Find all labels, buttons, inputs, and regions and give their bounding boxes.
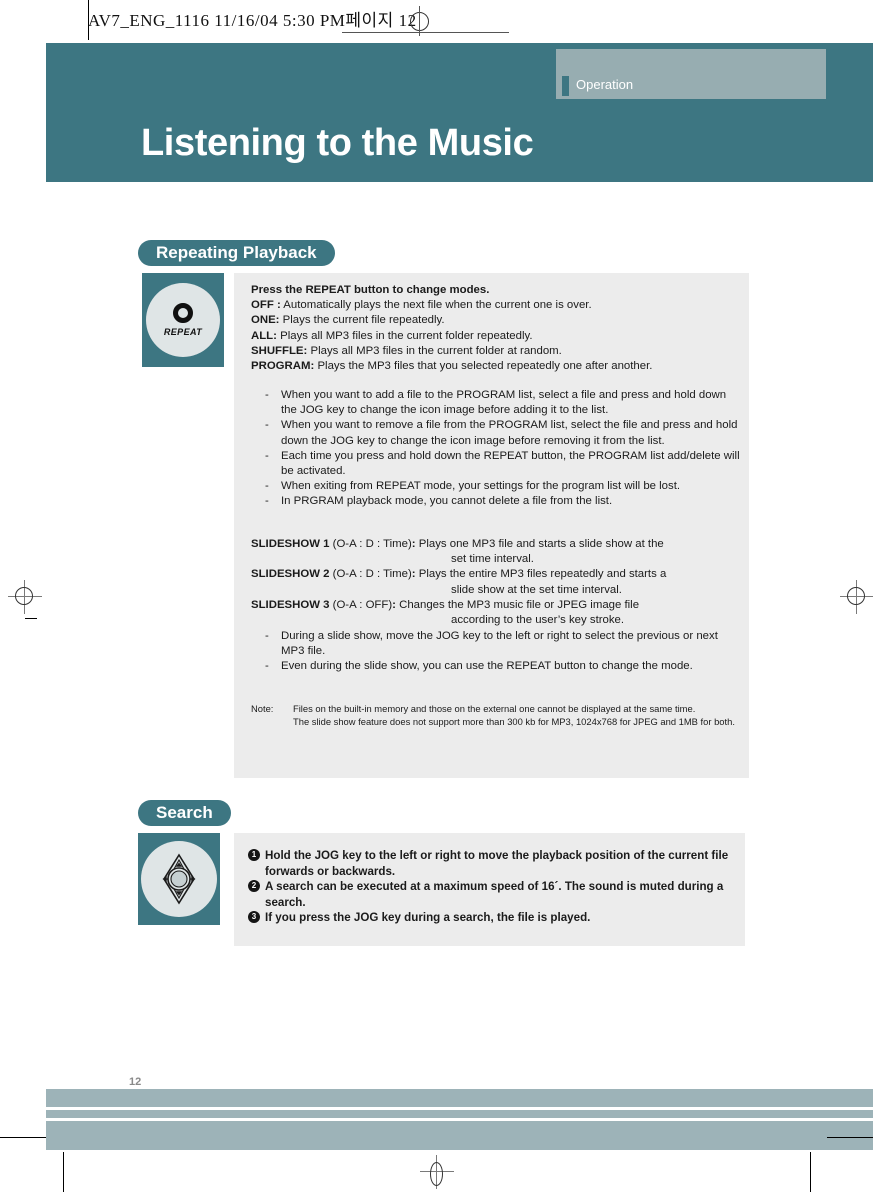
chapter-tab-operation: Operation <box>556 49 826 99</box>
crop-mark-bottom-left-v <box>63 1152 64 1192</box>
mode-shuffle: SHUFFLE: Plays all MP3 files in the curr… <box>251 344 562 357</box>
crop-mark-left-mid <box>25 618 37 619</box>
page-header: Operation Listening to the Music <box>46 43 873 182</box>
page-number: 12 <box>129 1076 142 1088</box>
footer-bar-3 <box>46 1121 873 1150</box>
dash-glyph: - <box>265 389 269 401</box>
repeat-instructions: Press the REPEAT button to change modes.… <box>251 283 743 374</box>
note-label: Note: <box>251 703 274 714</box>
crop-mark-bottom-left <box>0 1137 46 1138</box>
slideshow-definitions: SLIDESHOW 1 (O-A : D : Time): Plays one … <box>251 537 743 628</box>
note-second: The slide show feature does not support … <box>293 716 735 728</box>
slideshow-entry: SLIDESHOW 1 (O-A : D : Time): Plays one … <box>251 538 664 566</box>
search-instructions: 1 Hold the JOG key to the left or right t… <box>248 848 733 926</box>
repeat-key-illustration: REPEAT <box>142 273 224 367</box>
mode-one: ONE: Plays the current file repeatedly. <box>251 314 445 327</box>
repeat-icon <box>173 303 193 323</box>
search-step: 2 A search can be executed at a maximum … <box>248 879 733 910</box>
mode-all: ALL: Plays all MP3 files in the current … <box>251 329 533 342</box>
print-info-bar: AV7_ENG_1116 11/16/04 5:30 PM페이지 12 <box>88 6 509 36</box>
repeat-notes: Note: Files on the built-in memory and t… <box>251 702 746 729</box>
mode-program: PROGRAM: Plays the MP3 files that you se… <box>251 360 653 373</box>
number-badge-1: 1 <box>248 849 260 861</box>
repeat-heading: Press the REPEAT button to change modes. <box>251 284 490 296</box>
registration-mark-right <box>840 580 873 614</box>
slideshow-bullet-list: - During a slide show, move the JOG key t… <box>251 629 743 675</box>
dash-glyph: - <box>265 480 269 493</box>
footer-bar-1 <box>46 1089 873 1107</box>
registration-mark-top <box>404 6 434 36</box>
print-filename: AV7_ENG_1116 11/16/04 5:30 PM페이지 12 <box>88 11 417 31</box>
slideshow-entry: SLIDESHOW 3 (O-A : OFF): Changes the MP3… <box>251 598 640 627</box>
chapter-tab-label: Operation <box>576 77 634 92</box>
program-bullet: - When exiting from REPEAT mode, your set… <box>251 479 743 494</box>
dash-glyph: - <box>265 660 269 673</box>
number-badge-2: 2 <box>248 880 260 893</box>
slideshow-bullet: - Even during the slide show, you can use… <box>251 659 743 674</box>
dash-glyph: - <box>265 449 269 462</box>
section-badge-search: Search <box>138 800 231 826</box>
number-badge-3: 3 <box>248 911 260 924</box>
manual-page: AV7_ENG_1116 11/16/04 5:30 PM페이지 12 Oper… <box>0 0 873 1192</box>
tab-accent-bar <box>562 76 569 96</box>
crop-mark-bottom-right-v <box>810 1152 811 1192</box>
registration-mark-bottom <box>420 1155 454 1189</box>
dash-glyph: - <box>265 630 269 642</box>
program-bullet: - When you want to add a file to the PROG… <box>265 389 727 417</box>
note-first: Note: Files on the built-in memory and t… <box>251 703 696 714</box>
slideshow-entry: SLIDESHOW 2 (O-A : D : Time): Plays the … <box>251 568 667 596</box>
jog-key-disc <box>141 841 217 917</box>
section-badge-repeating-playback: Repeating Playback <box>138 240 335 266</box>
slideshow-bullet: - During a slide show, move the JOG key t… <box>265 630 718 658</box>
repeat-key-disc: REPEAT <box>146 283 220 357</box>
registration-mark-left <box>8 580 42 614</box>
mode-off: OFF : Automatically plays the next file … <box>251 299 592 312</box>
dash-glyph: - <box>265 419 269 432</box>
repeat-key-label: REPEAT <box>163 327 203 337</box>
search-step: 3 If you press the JOG key during a sear… <box>248 910 733 926</box>
page-title: Listening to the Music <box>141 122 534 164</box>
jog-key-illustration <box>138 833 220 925</box>
footer-bar-2 <box>46 1110 873 1118</box>
program-bullet: - When you want to remove a file from the… <box>265 419 738 447</box>
crop-mark-bottom-right <box>827 1137 873 1138</box>
dash-glyph: - <box>265 495 269 508</box>
jog-key-icon <box>152 852 206 906</box>
program-bullet-list: - When you want to add a file to the PROG… <box>251 388 743 510</box>
program-bullet: - Each time you press and hold down the R… <box>265 449 740 478</box>
program-bullet: - In PRGRAM playback mode, you cannot de… <box>251 494 743 509</box>
search-step: 1 Hold the JOG key to the left or right t… <box>248 848 733 879</box>
